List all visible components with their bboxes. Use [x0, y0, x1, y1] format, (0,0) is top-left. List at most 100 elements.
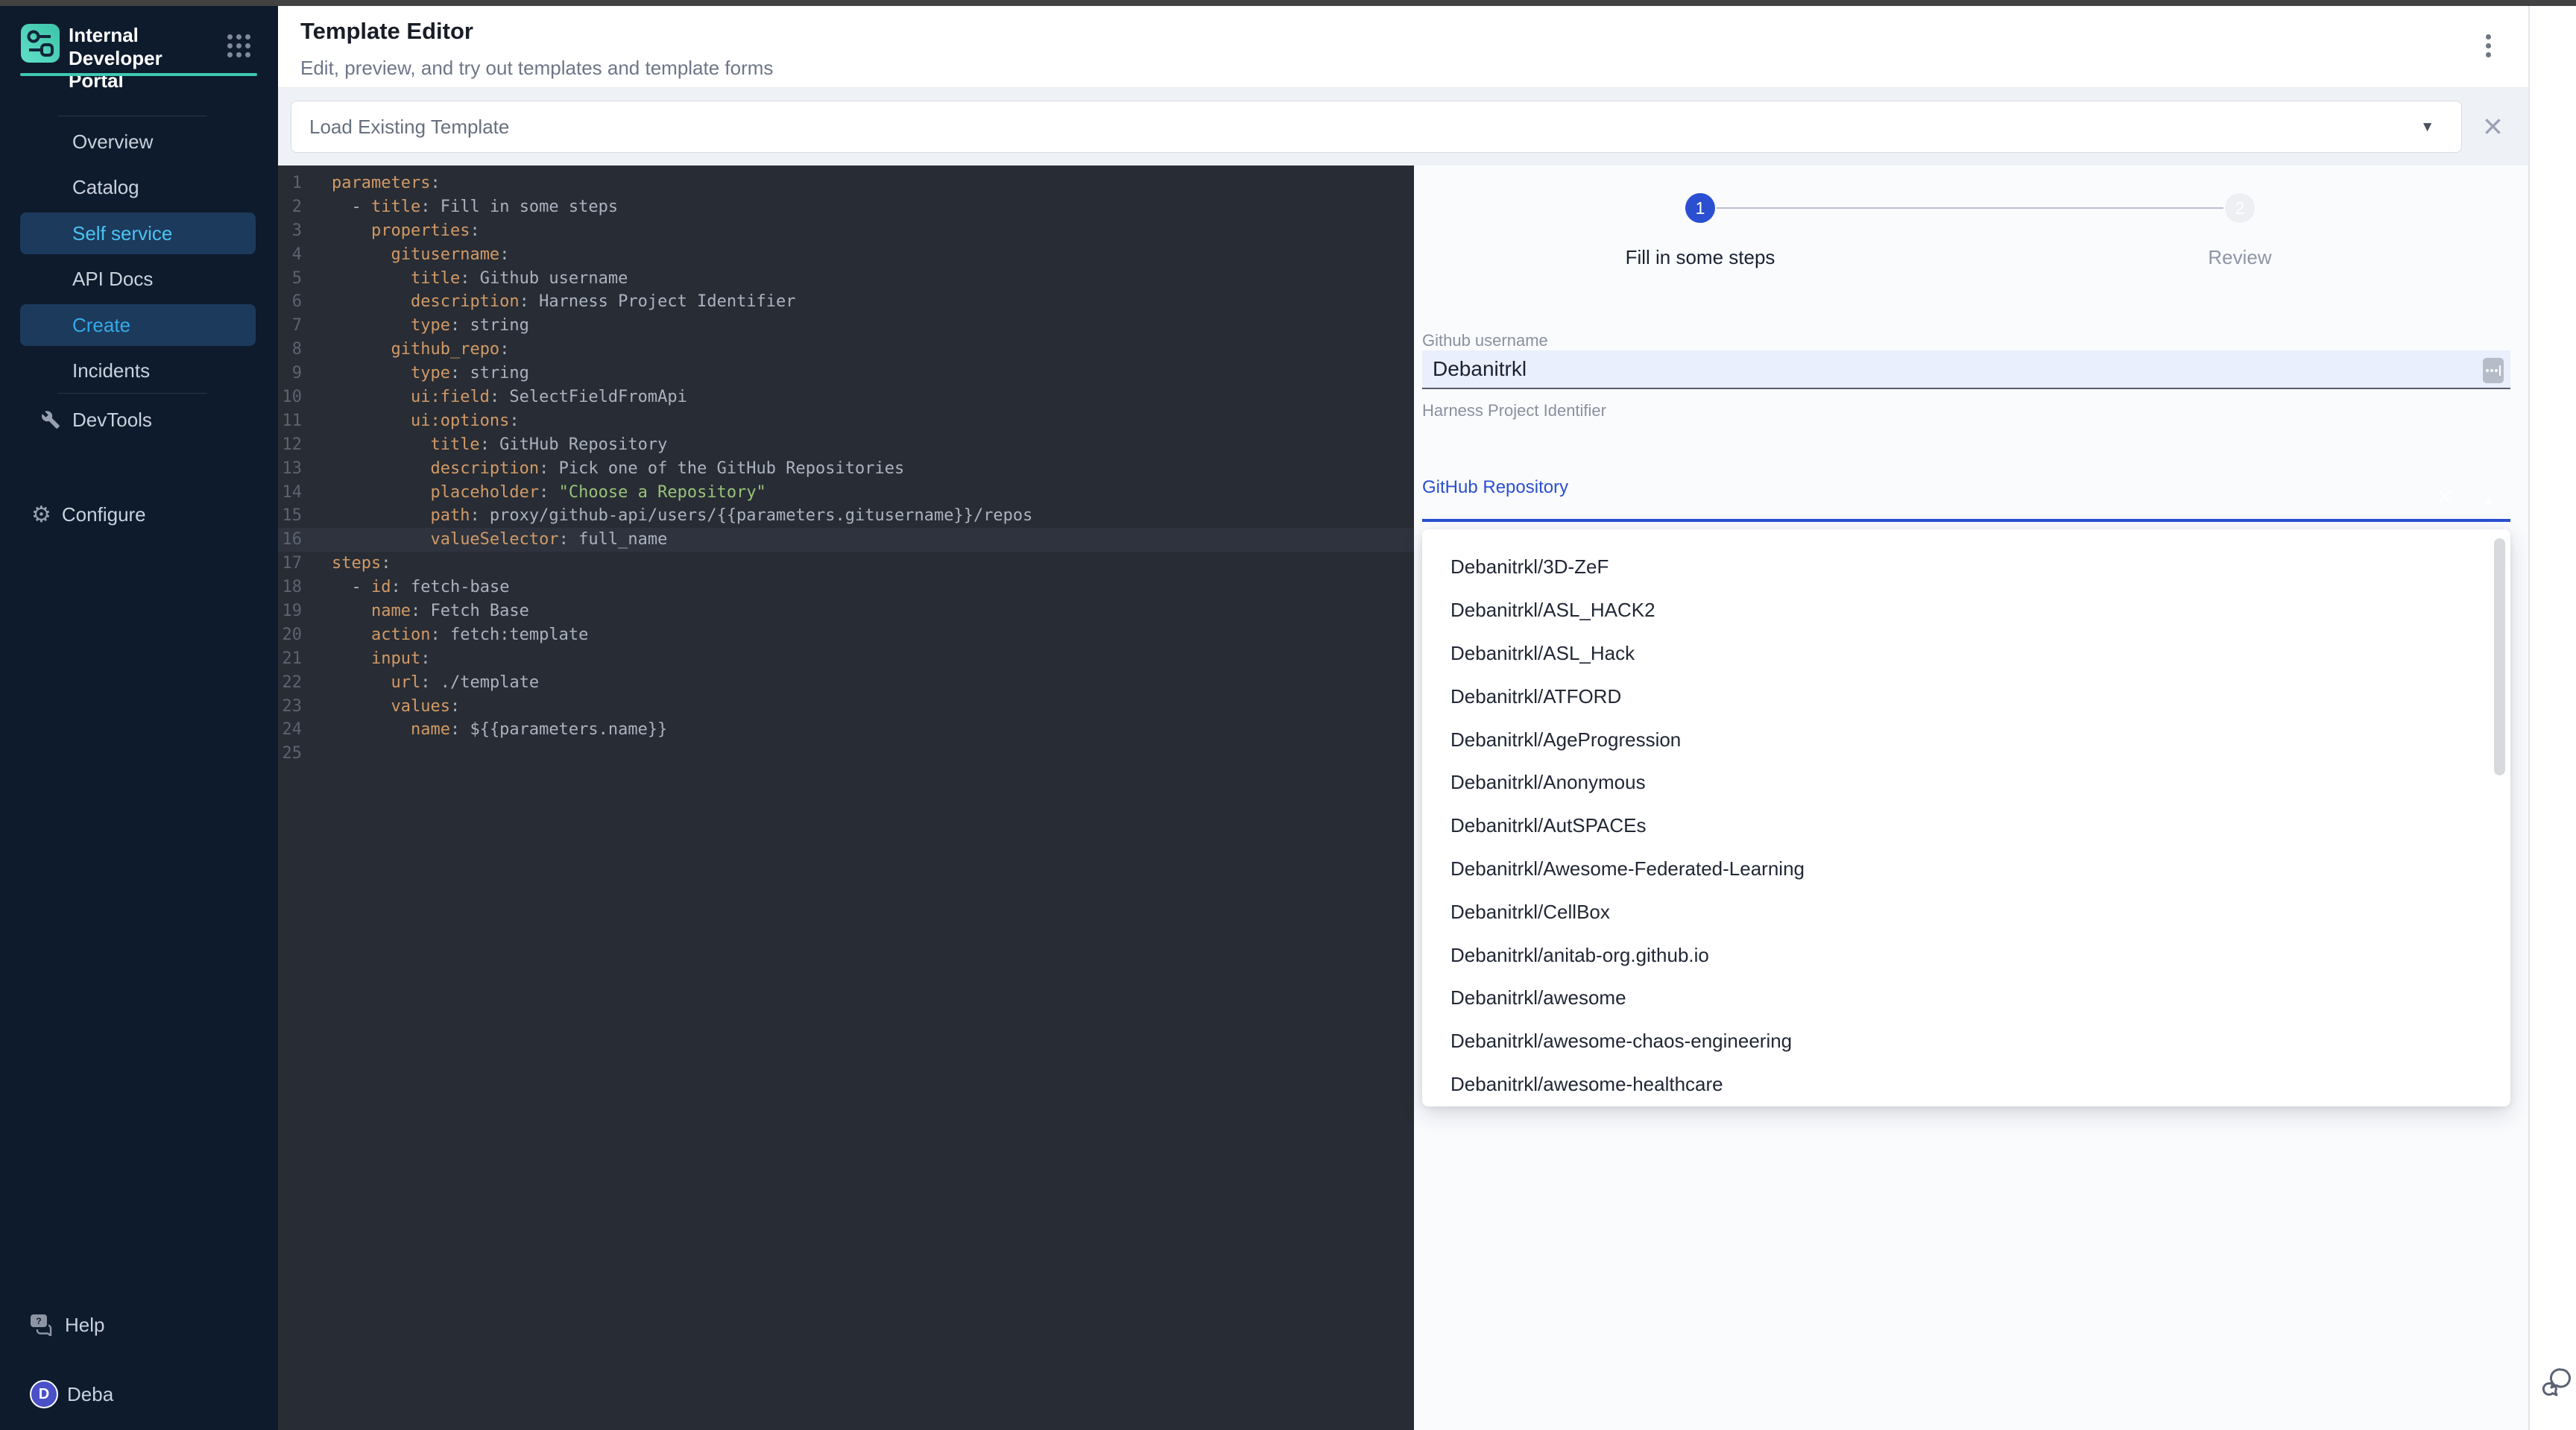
code-line-4[interactable]: 4 gitusername: — [278, 243, 1414, 267]
code-line-2[interactable]: 2 - title: Fill in some steps — [278, 195, 1414, 219]
line-number: 12 — [278, 433, 312, 457]
repo-option[interactable]: Debanitrkl/AgeProgression — [1422, 718, 2510, 761]
code-line-6[interactable]: 6 description: Harness Project Identifie… — [278, 290, 1414, 314]
code-line-21[interactable]: 21 input: — [278, 647, 1414, 671]
code-line-25[interactable]: 25 — [278, 742, 1414, 766]
sidebar-item-label: Create — [72, 314, 130, 337]
app-switcher-icon[interactable] — [227, 34, 250, 57]
sidebar-item-help[interactable]: ? Help — [30, 1304, 104, 1346]
repo-option[interactable]: Debanitrkl/awesome-healthcare — [1422, 1063, 2510, 1106]
code-line-15[interactable]: 15 path: proxy/github-api/users/{{parame… — [278, 504, 1414, 528]
sidebar-item-label: Help — [65, 1314, 104, 1337]
stepper-step-2[interactable]: 2 — [2225, 193, 2255, 223]
stepper-label-review: Review — [2106, 246, 2374, 269]
sidebar: Internal Developer Portal Overview Catalo… — [0, 6, 278, 1430]
code-line-11[interactable]: 11 ui:options: — [278, 409, 1414, 433]
code-text: type: string — [332, 362, 529, 385]
sidebar-item-create[interactable]: Create — [20, 304, 256, 346]
repository-dropdown: Debanitrkl/3D-ZeFDebanitrkl/ASL_HACK2Deb… — [1422, 529, 2510, 1106]
code-line-14[interactable]: 14 placeholder: "Choose a Repository" — [278, 481, 1414, 505]
repo-option[interactable]: Debanitrkl/AutSPACEs — [1422, 804, 2510, 848]
kebab-menu-icon[interactable] — [2483, 31, 2494, 60]
code-text: - id: fetch-base — [332, 576, 509, 599]
code-line-5[interactable]: 5 title: Github username — [278, 267, 1414, 291]
code-line-24[interactable]: 24 name: ${{parameters.name}} — [278, 718, 1414, 742]
repo-option[interactable]: Debanitrkl/CellBox — [1422, 890, 2510, 933]
repo-option[interactable]: Debanitrkl/awesome-chaos-engineering — [1422, 1020, 2510, 1063]
brand: Internal Developer Portal — [21, 24, 218, 92]
sidebar-item-label: Catalog — [72, 176, 139, 199]
sidebar-item-api-docs[interactable]: API Docs — [20, 259, 256, 300]
sidebar-item-catalog[interactable]: Catalog — [20, 167, 256, 209]
gear-icon: ⚙ — [31, 502, 51, 528]
sidebar-item-self-service[interactable]: Self service — [20, 212, 256, 254]
stepper-connector — [1717, 207, 2223, 209]
chat-launcher-icon[interactable] — [2539, 1364, 2575, 1400]
repo-option[interactable]: Debanitrkl/ASL_Hack — [1422, 632, 2510, 675]
repo-option[interactable]: Debanitrkl/Anonymous — [1422, 761, 2510, 804]
user-name: Deba — [67, 1383, 113, 1406]
code-line-22[interactable]: 22 url: ./template — [278, 671, 1414, 695]
line-number: 20 — [278, 623, 312, 647]
code-lines: 1parameters:2 - title: Fill in some step… — [278, 171, 1414, 766]
load-existing-template-placeholder: Load Existing Template — [309, 116, 509, 139]
clear-selection-icon[interactable]: × — [2437, 482, 2453, 514]
repo-option[interactable]: Debanitrkl/ASL_HACK2 — [1422, 589, 2510, 632]
repo-option[interactable]: Debanitrkl/3D-ZeF — [1422, 546, 2510, 589]
code-text: description: Harness Project Identifier — [332, 290, 796, 314]
code-line-8[interactable]: 8 github_repo: — [278, 338, 1414, 362]
line-number: 11 — [278, 409, 312, 433]
sidebar-item-label: Configure — [62, 503, 146, 526]
repo-option[interactable]: Debanitrkl/awesome — [1422, 977, 2510, 1020]
stepper-step-1[interactable]: 1 — [1685, 193, 1715, 223]
github-username-helper: Harness Project Identifier — [1422, 401, 1606, 421]
code-text: values: — [332, 695, 460, 719]
code-line-1[interactable]: 1parameters: — [278, 171, 1414, 195]
line-number: 9 — [278, 362, 312, 385]
right-edge-divider — [2528, 6, 2530, 1430]
code-text: input: — [332, 647, 430, 671]
code-line-9[interactable]: 9 type: string — [278, 362, 1414, 385]
code-line-16[interactable]: 16 valueSelector: full_name — [278, 528, 1414, 552]
autofill-manager-icon[interactable] — [2483, 358, 2504, 383]
dropdown-scrollbar[interactable] — [2494, 538, 2505, 775]
line-number: 19 — [278, 599, 312, 623]
code-text: steps: — [332, 552, 391, 576]
sidebar-item-devtools[interactable]: DevTools — [41, 399, 152, 441]
code-line-10[interactable]: 10 ui:field: SelectFieldFromApi — [278, 385, 1414, 409]
repo-option[interactable]: Debanitrkl/anitab-org.github.io — [1422, 933, 2510, 977]
sidebar-item-configure[interactable]: ⚙ Configure — [31, 494, 146, 535]
yaml-code-editor[interactable]: 1parameters:2 - title: Fill in some step… — [278, 166, 1414, 1430]
brand-title: Internal Developer Portal — [69, 24, 218, 92]
sidebar-item-incidents[interactable]: Incidents — [20, 350, 256, 392]
code-line-12[interactable]: 12 title: GitHub Repository — [278, 433, 1414, 457]
line-number: 24 — [278, 718, 312, 742]
repo-option[interactable]: Debanitrkl/Awesome-Federated-Learning — [1422, 848, 2510, 891]
code-text: path: proxy/github-api/users/{{parameter… — [332, 504, 1032, 528]
chevron-up-icon[interactable]: ▲ — [2481, 492, 2496, 509]
repo-option[interactable]: Debanitrkl/ATFORD — [1422, 675, 2510, 718]
window-top-strip — [0, 0, 2576, 6]
chevron-down-icon: ▼ — [2420, 119, 2434, 136]
code-text: name: Fetch Base — [332, 599, 529, 623]
line-number: 15 — [278, 504, 312, 528]
line-number: 21 — [278, 647, 312, 671]
code-text: name: ${{parameters.name}} — [332, 718, 667, 742]
page-title: Template Editor — [300, 18, 473, 45]
code-line-18[interactable]: 18 - id: fetch-base — [278, 576, 1414, 599]
line-number: 2 — [278, 195, 312, 219]
close-icon[interactable]: × — [2475, 92, 2510, 160]
load-existing-template-select[interactable]: Load Existing Template ▼ — [291, 101, 2462, 153]
code-line-7[interactable]: 7 type: string — [278, 314, 1414, 338]
code-line-17[interactable]: 17steps: — [278, 552, 1414, 576]
user-menu[interactable]: D Deba — [30, 1373, 113, 1415]
github-username-input[interactable] — [1422, 350, 2510, 389]
code-line-20[interactable]: 20 action: fetch:template — [278, 623, 1414, 647]
sidebar-item-overview[interactable]: Overview — [20, 121, 256, 163]
line-number: 6 — [278, 290, 312, 314]
code-text: - title: Fill in some steps — [332, 195, 618, 219]
code-line-23[interactable]: 23 values: — [278, 695, 1414, 719]
code-line-13[interactable]: 13 description: Pick one of the GitHub R… — [278, 457, 1414, 481]
code-line-3[interactable]: 3 properties: — [278, 219, 1414, 243]
code-line-19[interactable]: 19 name: Fetch Base — [278, 599, 1414, 623]
